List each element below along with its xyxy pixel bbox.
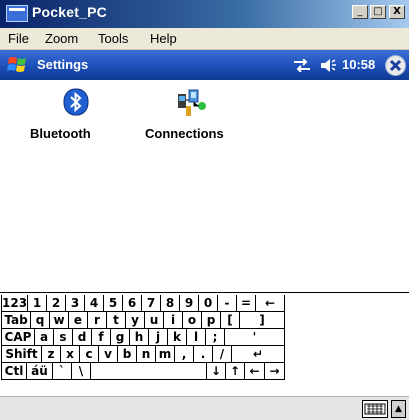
speaker-icon[interactable]	[320, 58, 338, 73]
key-ctrl[interactable]: Ctl	[1, 363, 27, 380]
key-enter[interactable]: ↵	[232, 346, 285, 363]
key-m[interactable]: m	[156, 346, 175, 363]
key-t[interactable]: t	[107, 312, 126, 329]
keyboard-row: Tab q w e r t y u i o p [ ]	[0, 312, 409, 330]
key-v[interactable]: v	[99, 346, 118, 363]
key-shift[interactable]: Shift	[1, 346, 42, 363]
menu-bar: File Zoom Tools Help	[0, 28, 409, 50]
menu-tools[interactable]: Tools	[98, 31, 128, 46]
nav-title: Settings	[37, 57, 89, 72]
key-8[interactable]: 8	[161, 295, 180, 312]
key-left-bracket[interactable]: [	[221, 312, 240, 329]
keyboard-row: Ctl áü ` \ ↓ ↑ ← →	[0, 363, 409, 381]
key-u[interactable]: u	[145, 312, 164, 329]
clock[interactable]: 10:58	[342, 57, 375, 72]
keyboard-icon[interactable]	[362, 400, 388, 418]
key-s[interactable]: s	[54, 329, 73, 346]
key-r[interactable]: r	[88, 312, 107, 329]
windows-start-icon[interactable]	[6, 54, 32, 76]
menu-help[interactable]: Help	[150, 31, 177, 46]
key-g[interactable]: g	[111, 329, 130, 346]
key-space[interactable]	[91, 363, 207, 380]
connections-icon	[178, 89, 206, 116]
settings-content-area: Bluetooth Connections	[0, 80, 409, 292]
input-panel-arrow-icon[interactable]: ▲	[391, 400, 406, 418]
key-o[interactable]: o	[183, 312, 202, 329]
key-semicolon[interactable]: ;	[206, 329, 225, 346]
key-w[interactable]: w	[50, 312, 69, 329]
pocket-pc-app-icon	[6, 5, 28, 22]
window-title: Pocket_PC	[32, 4, 107, 20]
key-y[interactable]: y	[126, 312, 145, 329]
key-equals[interactable]: =	[237, 295, 256, 312]
key-123[interactable]: 123	[1, 295, 28, 312]
soft-keyboard: 123 1 2 3 4 5 6 7 8 9 0 - = ← Tab q w e …	[0, 292, 409, 396]
key-i[interactable]: i	[164, 312, 183, 329]
key-backslash[interactable]: \	[72, 363, 91, 380]
key-arrow-left[interactable]: ←	[245, 363, 265, 380]
key-z[interactable]: z	[42, 346, 61, 363]
key-4[interactable]: 4	[85, 295, 104, 312]
key-tab[interactable]: Tab	[1, 312, 31, 329]
keyboard-row: 123 1 2 3 4 5 6 7 8 9 0 - = ←	[0, 295, 409, 313]
bluetooth-label: Bluetooth	[30, 126, 91, 141]
key-3[interactable]: 3	[66, 295, 85, 312]
bottom-menu-bar: ▲	[0, 396, 409, 420]
key-h[interactable]: h	[130, 329, 149, 346]
key-arrow-down[interactable]: ↓	[207, 363, 226, 380]
key-quote[interactable]: '	[225, 329, 285, 346]
key-arrow-up[interactable]: ↑	[226, 363, 245, 380]
keyboard-row: Shift z x c v b n m , . / ↵	[0, 346, 409, 364]
key-e[interactable]: e	[69, 312, 88, 329]
key-l[interactable]: l	[187, 329, 206, 346]
key-international[interactable]: áü	[27, 363, 53, 380]
key-7[interactable]: 7	[142, 295, 161, 312]
key-arrow-right[interactable]: →	[265, 363, 285, 380]
navigation-bar: Settings 10:58	[0, 50, 409, 80]
maximize-button[interactable]: □	[370, 5, 386, 19]
key-d[interactable]: d	[73, 329, 92, 346]
key-period[interactable]: .	[194, 346, 213, 363]
keyboard-row: CAP a s d f g h j k l ; '	[0, 329, 409, 347]
menu-file[interactable]: File	[8, 31, 29, 46]
key-0[interactable]: 0	[199, 295, 218, 312]
key-b[interactable]: b	[118, 346, 137, 363]
minimize-button[interactable]: _	[352, 5, 368, 19]
key-right-bracket[interactable]: ]	[240, 312, 285, 329]
key-p[interactable]: p	[202, 312, 221, 329]
key-caps[interactable]: CAP	[1, 329, 35, 346]
connections-label: Connections	[145, 126, 224, 141]
close-icon[interactable]	[385, 55, 406, 76]
key-a[interactable]: a	[35, 329, 54, 346]
key-5[interactable]: 5	[104, 295, 123, 312]
key-6[interactable]: 6	[123, 295, 142, 312]
key-x[interactable]: x	[61, 346, 80, 363]
key-backtick[interactable]: `	[53, 363, 72, 380]
key-comma[interactable]: ,	[175, 346, 194, 363]
key-9[interactable]: 9	[180, 295, 199, 312]
key-c[interactable]: c	[80, 346, 99, 363]
bluetooth-icon	[63, 88, 89, 116]
key-backspace[interactable]: ←	[256, 295, 285, 312]
key-minus[interactable]: -	[218, 295, 237, 312]
menu-zoom[interactable]: Zoom	[45, 31, 78, 46]
key-n[interactable]: n	[137, 346, 156, 363]
key-k[interactable]: k	[168, 329, 187, 346]
key-slash[interactable]: /	[213, 346, 232, 363]
key-q[interactable]: q	[31, 312, 50, 329]
pocket-pc-emulator-window: Pocket_PC _ □ X File Zoom Tools Help Set…	[0, 0, 409, 420]
key-j[interactable]: j	[149, 329, 168, 346]
connectivity-arrows-icon[interactable]	[292, 59, 312, 72]
key-f[interactable]: f	[92, 329, 111, 346]
key-2[interactable]: 2	[47, 295, 66, 312]
window-title-bar: Pocket_PC _ □ X	[0, 0, 409, 28]
close-button[interactable]: X	[389, 5, 405, 19]
key-1[interactable]: 1	[28, 295, 47, 312]
